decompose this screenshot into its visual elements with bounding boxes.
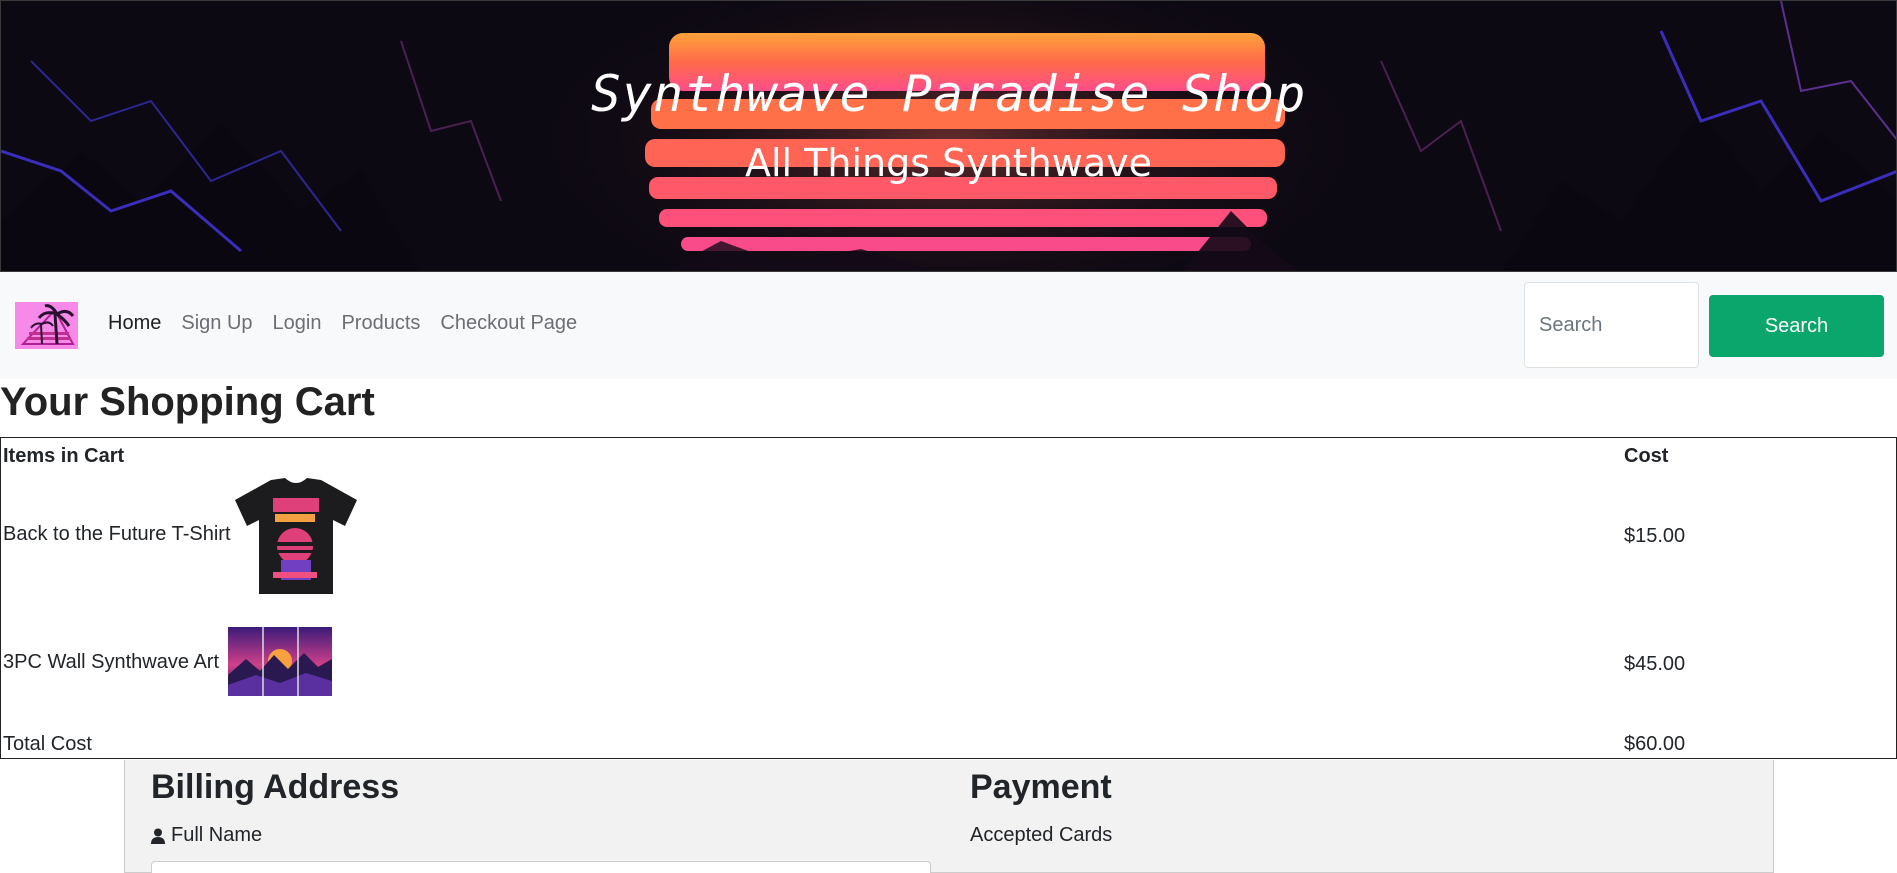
nav-link-login[interactable]: Login [273,312,322,335]
nav-link-checkout-page[interactable]: Checkout Page [440,312,577,335]
logo[interactable] [15,302,78,349]
cart-item-cost: $15.00 [1624,525,1686,547]
nav-link-sign-up[interactable]: Sign Up [181,312,252,335]
site-title: Synthwave Paradise Shop [590,65,1307,123]
full-name-field[interactable] [151,861,931,873]
cart-item-name: 3PC Wall Synthwave Art [3,651,220,673]
user-icon [151,828,165,844]
billing-address-heading: Billing Address [151,768,400,806]
cart-item-cost: $45.00 [1624,653,1686,675]
total-cost-value: $60.00 [1624,733,1686,755]
full-name-label: Full Name [151,824,262,847]
tshirt-image [235,478,357,594]
cart-item-name: Back to the Future T-Shirt [3,523,231,545]
column-header-items: Items in Cart [3,445,125,467]
site-subtitle: All Things Synthwave [744,141,1153,185]
nav-link-home[interactable]: Home [108,312,161,335]
accepted-cards-label: Accepted Cards [970,824,1113,846]
synthwave-sun-background [1,1,1896,271]
hero-banner: Synthwave Paradise Shop All Things Synth… [0,0,1897,272]
nav-link-products[interactable]: Products [341,312,420,335]
cart-heading: Your Shopping Cart [0,380,375,424]
column-header-cost: Cost [1624,445,1669,467]
cart-table: Items in Cart Cost Back to the Future T-… [0,437,1897,759]
search-input[interactable] [1524,282,1699,368]
palm-tree-logo-icon [15,302,78,349]
full-name-label-text: Full Name [171,824,263,846]
checkout-form: Billing Address Full Name Payment Accept… [124,760,1774,873]
total-cost-label: Total Cost [3,733,92,755]
nav-links: Home Sign Up Login Products Checkout Pag… [108,312,577,335]
payment-heading: Payment [970,768,1112,806]
search-button[interactable]: Search [1709,295,1884,357]
wall-art-image [228,627,332,696]
